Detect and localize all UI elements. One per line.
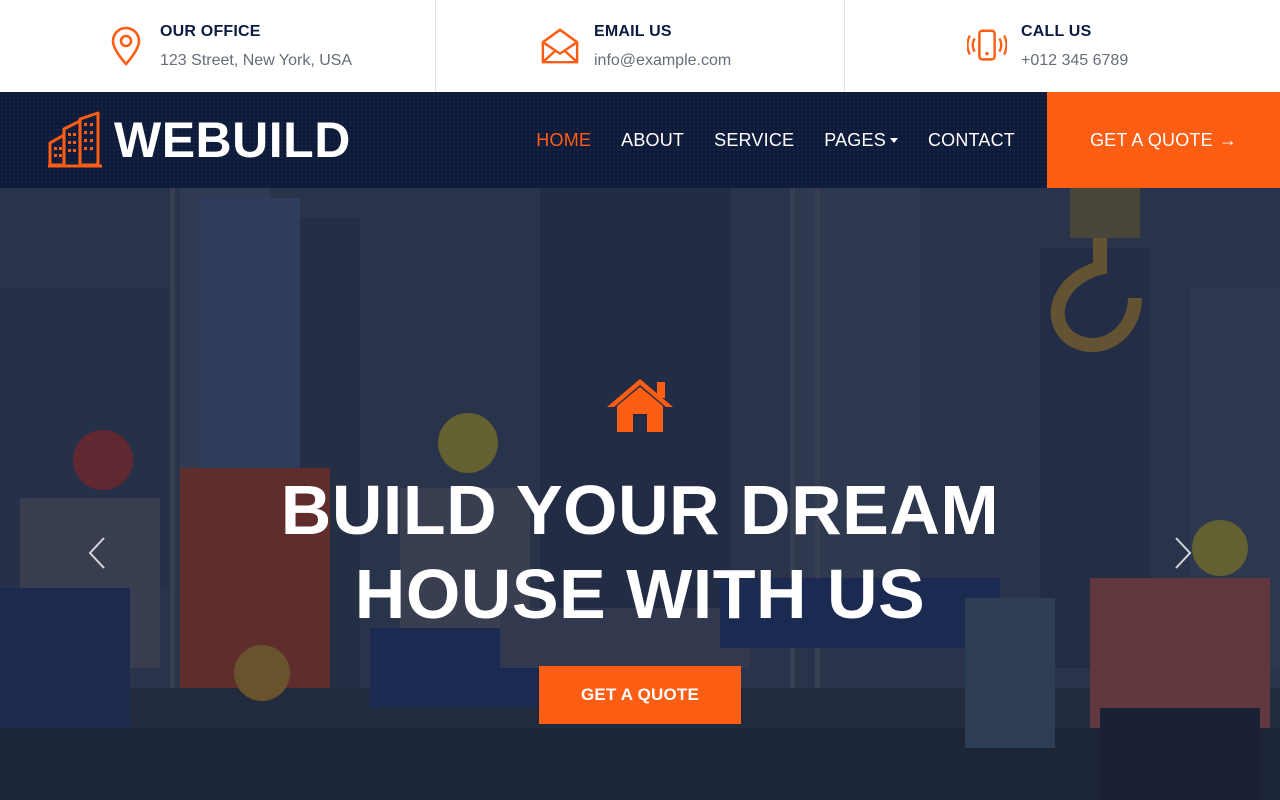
nav-item-contact[interactable]: CONTACT <box>928 130 1015 151</box>
hero-title: BUILD YOUR DREAM HOUSE WITH US <box>240 468 1040 636</box>
chevron-right-icon[interactable] <box>1168 533 1198 573</box>
brand-name: WEBUILD <box>114 112 351 168</box>
hero-content: BUILD YOUR DREAM HOUSE WITH US GET A QUO… <box>0 188 1280 800</box>
nav-item-pages-label: PAGES <box>824 129 886 150</box>
nav-item-service[interactable]: SERVICE <box>714 130 794 151</box>
hero-title-line-1: BUILD YOUR DREAM <box>280 471 1000 549</box>
hero-carousel: BUILD YOUR DREAM HOUSE WITH US GET A QUO… <box>0 188 1280 800</box>
nav-menu: HOME ABOUT SERVICE PAGES CONTACT <box>506 92 1015 188</box>
get-quote-label: GET A QUOTE <box>1089 129 1213 150</box>
chevron-left-icon[interactable] <box>82 533 112 573</box>
top-contact-bar: OUR OFFICE 123 Street, New York, USA EMA… <box>0 0 1280 92</box>
nav-item-home[interactable]: HOME <box>536 130 591 151</box>
email-address[interactable]: info@example.com <box>594 52 731 70</box>
get-quote-button[interactable]: GET A QUOTE → <box>1047 92 1280 188</box>
call-info: CALL US +012 345 6789 <box>845 0 1280 92</box>
arrow-right-icon: → <box>1218 129 1238 150</box>
office-address: 123 Street, New York, USA <box>160 51 353 69</box>
office-label: OUR OFFICE <box>160 22 261 40</box>
map-pin-icon <box>106 25 146 67</box>
call-label: CALL US <box>1021 22 1092 40</box>
email-label: EMAIL US <box>594 22 672 40</box>
hero-get-quote-button[interactable]: GET A QUOTE <box>539 666 741 724</box>
nav-item-about[interactable]: ABOUT <box>621 130 684 151</box>
building-icon <box>46 111 104 169</box>
office-info: OUR OFFICE 123 Street, New York, USA <box>0 0 436 92</box>
phone-ringing-icon <box>967 25 1007 67</box>
hero-title-line-2: HOUSE WITH US <box>354 555 926 633</box>
house-icon <box>603 376 677 434</box>
envelope-icon <box>540 25 580 67</box>
email-info: EMAIL US info@example.com <box>436 0 845 92</box>
phone-number[interactable]: +012 345 6789 <box>1021 52 1128 70</box>
brand-logo[interactable]: WEBUILD <box>46 110 351 170</box>
caret-down-icon <box>889 137 898 143</box>
main-navbar: WEBUILD HOME ABOUT SERVICE PAGES CONTACT… <box>0 92 1280 188</box>
nav-item-pages[interactable]: PAGES <box>824 130 898 151</box>
